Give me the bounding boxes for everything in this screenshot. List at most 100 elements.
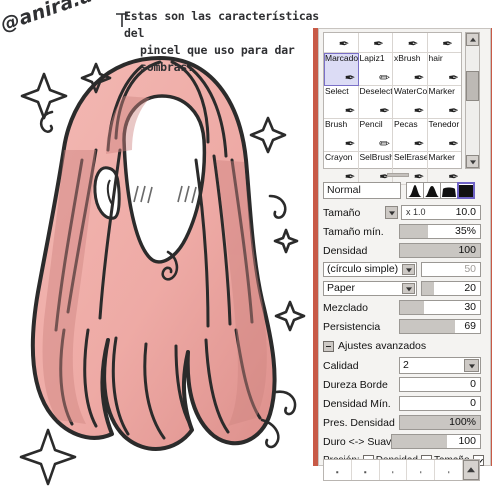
pen-nib-icon: ✒ bbox=[338, 36, 350, 51]
brush-tip-square[interactable] bbox=[457, 182, 475, 199]
screenshot-canvas: @anira.art Estas son las características… bbox=[0, 0, 500, 500]
duro-suave-slider[interactable]: 100 bbox=[391, 434, 481, 449]
brush-preset-hair[interactable]: hair ✒ bbox=[427, 53, 461, 86]
pen-nib-icon: ✒ bbox=[373, 36, 384, 51]
brush-preset-label: Select bbox=[325, 86, 349, 96]
brush-shape-value: (círculo simple) bbox=[327, 263, 399, 275]
brush-preset-slot[interactable]: ✒ bbox=[427, 33, 461, 53]
brush-grid-scrollbar[interactable] bbox=[465, 32, 480, 169]
setting-row-pres-densidad: Pres. Densidad 100% bbox=[323, 414, 481, 431]
preset-slot[interactable] bbox=[380, 460, 408, 480]
chevron-down-icon[interactable] bbox=[402, 264, 415, 275]
brush-grid-row: Marcado ✒ Lapiz1 ✏ xBrush ✒ hair ✒ bbox=[324, 53, 461, 86]
brush-preset-label: Pecas bbox=[394, 119, 418, 129]
brush-shape-select[interactable]: (círculo simple) bbox=[323, 262, 417, 277]
pres-densidad-value: 100% bbox=[449, 416, 476, 428]
setting-label-pres-densidad: Pres. Densidad bbox=[323, 416, 395, 429]
brush-preset-lapiz1[interactable]: Lapiz1 ✏ bbox=[358, 53, 393, 86]
paper-texture-select[interactable]: Paper bbox=[323, 281, 417, 296]
brush-preset-label: Lapiz1 bbox=[359, 53, 385, 63]
collapse-icon[interactable] bbox=[323, 340, 334, 352]
scrollbar-thumb[interactable] bbox=[466, 71, 479, 101]
brush-grid-row: ✒ ✒ ✒ ✒ bbox=[324, 33, 461, 53]
pencil-icon: ✏ bbox=[379, 70, 390, 85]
panel-resize-grip[interactable] bbox=[387, 173, 409, 177]
deselect-brush-icon: ✒ bbox=[379, 103, 390, 118]
brush-preset-marker[interactable]: Marker ✒ bbox=[427, 86, 461, 119]
preset-slot[interactable] bbox=[324, 460, 352, 480]
blend-mode-value: Normal bbox=[327, 184, 361, 196]
watercolor-icon: ✒ bbox=[413, 103, 425, 118]
chevron-down-icon bbox=[469, 159, 476, 164]
brush-preset-waterco[interactable]: WaterCo ✒ bbox=[393, 86, 428, 119]
tamano-unit-button[interactable] bbox=[385, 206, 398, 219]
brush-tip-soft-round[interactable] bbox=[406, 182, 424, 199]
tamano-min-slider[interactable]: 35% bbox=[399, 224, 481, 239]
setting-row-papel: Paper 20 bbox=[323, 280, 481, 297]
tamano-slider[interactable]: x 1.0 10.0 bbox=[401, 205, 481, 220]
brush-shape-slider[interactable]: 50 bbox=[421, 262, 481, 277]
setting-label-densidad: Densidad bbox=[323, 244, 368, 257]
brush-preset-pencil[interactable]: Pencil ✏ bbox=[358, 119, 393, 152]
setting-label-tamano-min: Tamaño mín. bbox=[323, 225, 384, 238]
setting-label-tamano: Tamaño bbox=[323, 206, 361, 219]
annotation-line-2: pincel que uso para dar sombras. bbox=[140, 43, 295, 74]
setting-row-calidad: Calidad 2 bbox=[323, 357, 481, 374]
densidad-value: 100 bbox=[458, 244, 476, 256]
brush-preset-marcado[interactable]: Marcado ✒ bbox=[324, 53, 359, 86]
setting-row-mezclado: Mezclado 30 bbox=[323, 299, 481, 316]
brush-preset-xbrush[interactable]: xBrush ✒ bbox=[393, 53, 428, 86]
brush-preset-select[interactable]: Select ✒ bbox=[324, 86, 359, 119]
brush-tip-hard-round[interactable] bbox=[440, 182, 458, 199]
brush-tip-medium-round[interactable] bbox=[423, 182, 441, 199]
brush-preset-grid[interactable]: ✒ ✒ ✒ ✒ Marcado ✒ Lapiz1 ✏ xBrush ✒ hair ✒ Select ✒ De… bbox=[323, 32, 462, 185]
chevron-up-icon bbox=[469, 37, 476, 42]
chevron-up-icon bbox=[466, 467, 475, 473]
setting-label-mezclado: Mezclado bbox=[323, 301, 368, 314]
brush-preset-deselect[interactable]: Deselect ✒ bbox=[358, 86, 393, 119]
preset-slot[interactable] bbox=[352, 460, 380, 480]
tamano-value: 10.0 bbox=[455, 206, 476, 218]
brush-preset-slot[interactable]: ✒ bbox=[393, 33, 428, 53]
water-pen-icon: ✒ bbox=[442, 36, 453, 51]
brush-preset-strip[interactable] bbox=[323, 459, 480, 481]
advanced-settings-toggle[interactable]: Ajustes avanzados bbox=[323, 338, 481, 354]
mezclado-value: 30 bbox=[464, 301, 476, 313]
brush-preset-label: Deselect bbox=[359, 86, 393, 96]
scroll-up-button[interactable] bbox=[466, 33, 479, 46]
brush-preset-brush[interactable]: Brush ✒ bbox=[324, 119, 359, 152]
setting-label-persistencia: Persistencia bbox=[323, 320, 381, 333]
setting-row-densidad: Densidad 100 bbox=[323, 242, 481, 259]
dureza-borde-slider[interactable]: 0 bbox=[399, 377, 481, 392]
preset-scroll-up-button[interactable] bbox=[462, 460, 479, 480]
chevron-down-icon[interactable] bbox=[464, 359, 479, 372]
densidad-min-slider[interactable]: 0 bbox=[399, 396, 481, 411]
annotation-note: Estas son las características del pincel… bbox=[124, 8, 324, 76]
brush-icon: ✒ bbox=[344, 136, 356, 151]
brush-icon: ✒ bbox=[413, 70, 425, 85]
brush-preset-label: hair bbox=[428, 53, 443, 63]
pres-densidad-slider[interactable]: 100% bbox=[399, 415, 481, 430]
brush-preset-slot[interactable]: ✒ bbox=[358, 33, 393, 53]
scroll-down-button[interactable] bbox=[466, 155, 479, 168]
advanced-settings-label: Ajustes avanzados bbox=[338, 340, 427, 352]
brush-preset-pecas[interactable]: Pecas ✒ bbox=[393, 119, 428, 152]
brush-preset-slot[interactable]: ✒ bbox=[324, 33, 359, 53]
preset-slot[interactable] bbox=[435, 460, 463, 480]
blend-mode-select[interactable]: Normal bbox=[323, 182, 401, 199]
calidad-select[interactable]: 2 bbox=[399, 357, 481, 374]
mezclado-slider[interactable]: 30 bbox=[399, 300, 481, 315]
brush-preset-label: xBrush bbox=[394, 53, 421, 63]
brush-icon: ✒ bbox=[413, 136, 425, 151]
chevron-down-icon[interactable] bbox=[402, 283, 415, 294]
setting-label-calidad: Calidad bbox=[323, 359, 359, 372]
paper-texture-value-number: 20 bbox=[464, 282, 476, 294]
persistencia-slider[interactable]: 69 bbox=[399, 319, 481, 334]
paper-texture-slider[interactable]: 20 bbox=[421, 281, 481, 296]
densidad-slider[interactable]: 100 bbox=[399, 243, 481, 258]
brush-tip-shape-group[interactable] bbox=[406, 182, 475, 199]
brush-preset-tenedor-1[interactable]: Tenedor 1 ✒ bbox=[427, 119, 461, 152]
brush-preset-label: Marker bbox=[428, 152, 455, 162]
tamano-multiplier: x 1.0 bbox=[406, 207, 426, 217]
preset-slot[interactable] bbox=[407, 460, 436, 480]
